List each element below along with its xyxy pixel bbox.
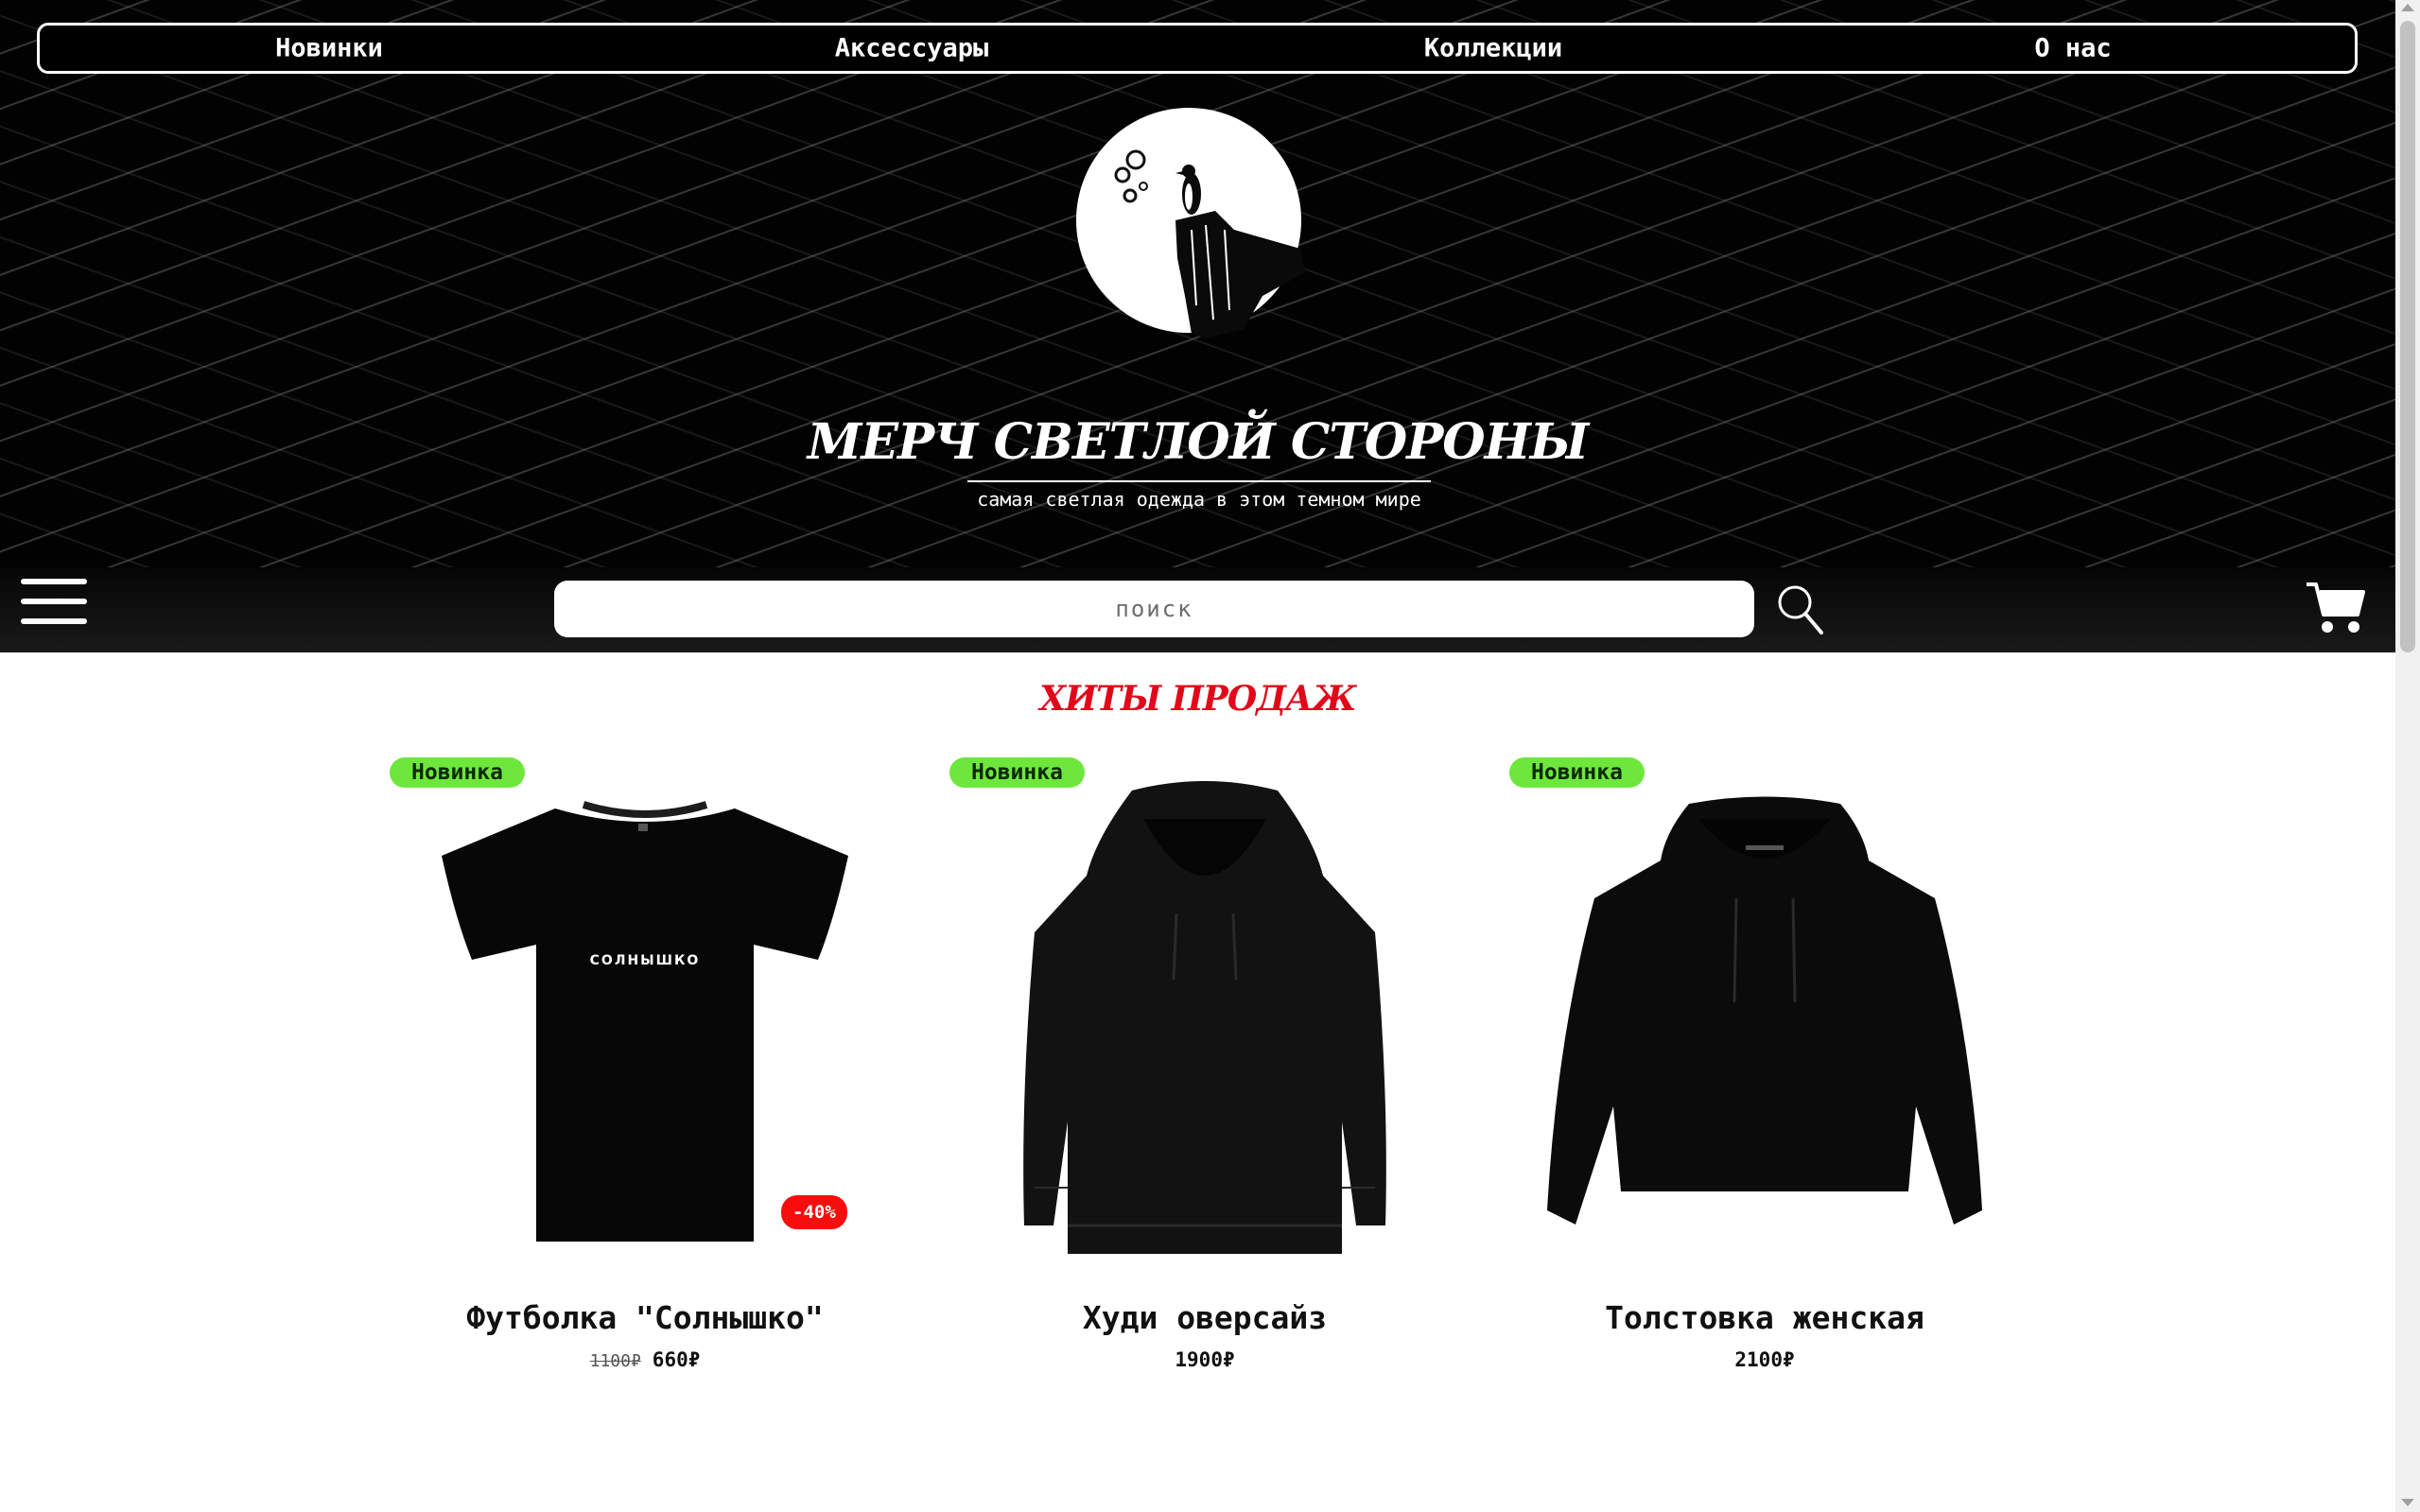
- product-card[interactable]: Новинка СОЛНЫШКО -40% Футболка "Солнышко…: [390, 755, 900, 1379]
- scroll-down-arrow-icon[interactable]: [2401, 1499, 2414, 1506]
- search-input[interactable]: [554, 581, 1754, 637]
- product-image-tshirt[interactable]: СОЛНЫШКО: [432, 797, 858, 1264]
- scrollbar-thumb[interactable]: [2400, 21, 2415, 652]
- new-badge: Новинка: [1509, 757, 1645, 788]
- scroll-up-arrow-icon[interactable]: [2401, 4, 2414, 11]
- price-row: 1100₽ 660₽: [390, 1348, 900, 1371]
- discount-badge: -40%: [781, 1195, 847, 1229]
- top-navigation: Новинки Аксессуары Коллекции О нас: [37, 23, 2358, 74]
- nav-item-accessories[interactable]: Аксессуары: [835, 34, 989, 63]
- current-price: 2100₽: [1734, 1348, 1795, 1371]
- product-card[interactable]: Новинка Толстовка женская 2100₽: [1509, 755, 2020, 1379]
- product-image-sweatshirt[interactable]: [1538, 794, 1992, 1271]
- tshirt-print-text: СОЛНЫШКО: [589, 953, 701, 968]
- price-row: 1900₽: [949, 1348, 1460, 1371]
- menu-icon[interactable]: [21, 579, 87, 632]
- price-row: 2100₽: [1509, 1348, 2020, 1371]
- brand-subtitle: самая светлая одежда в этом темном мире: [967, 480, 1431, 511]
- cart-icon[interactable]: [2305, 579, 2367, 639]
- brand-title: МЕРЧ СВЕТЛОЙ СТОРОНЫ: [807, 413, 1589, 471]
- current-price: 1900₽: [1175, 1348, 1235, 1371]
- product-image-hoodie[interactable]: [1011, 781, 1399, 1286]
- nav-item-about[interactable]: О нас: [2034, 34, 2111, 63]
- new-badge: Новинка: [390, 757, 525, 788]
- old-price: 1100₽: [589, 1351, 641, 1371]
- nav-item-new[interactable]: Новинки: [275, 34, 383, 63]
- product-card[interactable]: Новинка Худи оверсайз 1900₽: [949, 755, 1460, 1379]
- search-icon[interactable]: [1776, 583, 1825, 640]
- product-name[interactable]: Худи оверсайз: [949, 1299, 1460, 1336]
- current-price: 660₽: [652, 1348, 701, 1371]
- brand-logo[interactable]: [1073, 107, 1310, 347]
- nav-item-collections[interactable]: Коллекции: [1424, 34, 1562, 63]
- product-name[interactable]: Толстовка женская: [1509, 1299, 2020, 1336]
- product-name[interactable]: Футболка "Солнышко": [390, 1299, 900, 1336]
- section-title: ХИТЫ ПРОДАЖ: [1039, 679, 1357, 719]
- moon-penguin-logo-icon: [1076, 108, 1305, 339]
